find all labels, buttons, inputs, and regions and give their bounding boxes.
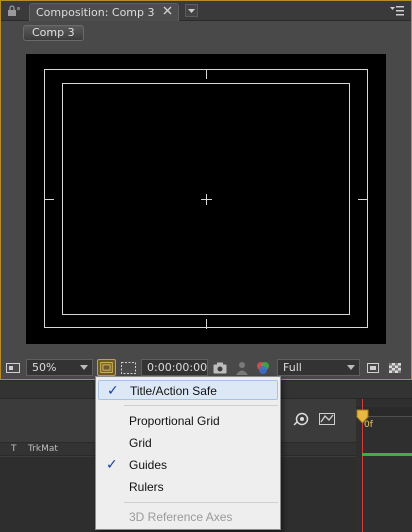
column-trkmat[interactable]: TrkMat xyxy=(28,443,58,456)
tab-composition[interactable]: Composition: Comp 3 xyxy=(29,3,179,21)
show-snapshot-icon[interactable] xyxy=(234,360,250,376)
always-preview-icon[interactable] xyxy=(5,360,21,376)
time-graph-area[interactable]: 0f xyxy=(356,399,412,532)
motion-blur-icon[interactable] xyxy=(292,411,310,427)
work-area-bar[interactable] xyxy=(362,453,412,456)
menu-item-3d-reference-axes: 3D Reference Axes xyxy=(129,510,233,524)
menu-item-grid[interactable]: Grid xyxy=(98,433,278,453)
camera-snapshot-icon[interactable] xyxy=(212,360,228,376)
menu-item-proportional-grid[interactable]: Proportional Grid xyxy=(98,411,278,431)
chevron-down-icon xyxy=(80,365,88,370)
time-label: 0f xyxy=(364,420,373,430)
menu-item-rulers[interactable]: Rulers xyxy=(98,477,278,497)
menu-item-title-action-safe[interactable]: ✓ Title/Action Safe xyxy=(98,380,278,400)
color-channels-icon[interactable] xyxy=(255,360,271,376)
chevron-down-icon xyxy=(347,365,355,370)
resolution-dropdown[interactable]: Full xyxy=(277,359,360,376)
comp-navigator-button[interactable]: Comp 3 xyxy=(23,25,84,41)
menu-item-guides[interactable]: ✓ Guides xyxy=(98,455,278,475)
composition-panel: Composition: Comp 3 Comp 3 50% 0:00:00:0… xyxy=(0,0,412,380)
column-t[interactable]: T xyxy=(11,443,17,456)
panel-menu-icon[interactable] xyxy=(389,5,405,17)
checkmark-icon: ✓ xyxy=(106,457,118,473)
transparency-grid-icon[interactable] xyxy=(387,360,403,376)
checkmark-icon: ✓ xyxy=(107,383,119,399)
chevron-down-icon[interactable] xyxy=(185,4,198,17)
current-time-field[interactable]: 0:00:00:00 xyxy=(141,359,208,376)
lock-icon[interactable] xyxy=(7,5,21,17)
safe-marks xyxy=(44,69,368,329)
viewer-toolbar: 50% 0:00:00:00 Full xyxy=(1,358,411,378)
panel-tab-strip: Composition: Comp 3 xyxy=(1,1,411,21)
tab-title: Composition: Comp 3 xyxy=(36,6,155,19)
menu-separator xyxy=(124,405,278,406)
graph-editor-icon[interactable] xyxy=(318,411,336,427)
region-of-interest-icon[interactable] xyxy=(365,360,381,376)
grid-guide-options-menu: ✓ Title/Action Safe Proportional Grid Gr… xyxy=(95,376,281,530)
magnification-dropdown[interactable]: 50% xyxy=(26,359,93,376)
safe-zones-grid-icon[interactable] xyxy=(97,359,116,376)
menu-separator xyxy=(124,502,278,503)
composition-viewer[interactable] xyxy=(26,54,386,344)
close-icon[interactable] xyxy=(161,4,174,17)
mask-visibility-icon[interactable] xyxy=(119,360,138,376)
